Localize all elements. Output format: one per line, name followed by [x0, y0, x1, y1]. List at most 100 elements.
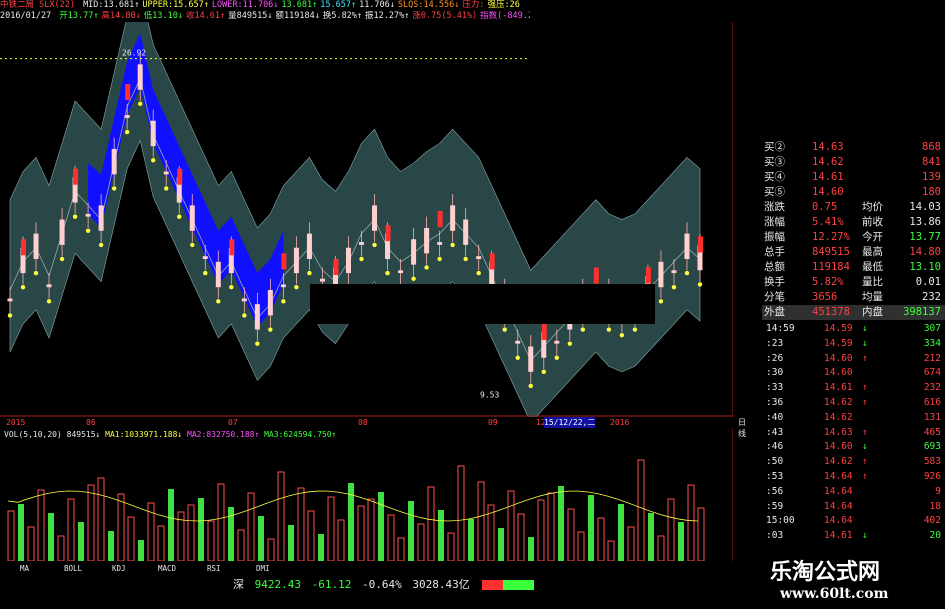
trend-dot: [359, 256, 364, 262]
volume-bar: [27, 526, 35, 561]
trade-time: :43: [766, 426, 784, 438]
trade-price: 14.59: [824, 337, 853, 349]
candle-body: [215, 261, 221, 288]
volume-bar: [127, 516, 135, 561]
quote-label2: 今开: [862, 231, 883, 243]
quote-value2: 13.77: [909, 231, 941, 243]
volume-bar: [417, 523, 425, 561]
volume-bar: [187, 504, 195, 561]
trade-time: 14:59: [766, 323, 795, 334]
quote-value2: 14.03: [909, 201, 941, 213]
trade-arrow-icon: ↑: [862, 382, 868, 394]
volume-bar: [207, 520, 215, 561]
header2-seg-5: 量849515↓: [228, 11, 273, 21]
quote-value2: 0.01: [915, 276, 941, 288]
index-change: -61.12: [311, 578, 352, 591]
trade-time: :33: [766, 382, 784, 394]
trade-arrow-icon: ↓: [862, 337, 868, 349]
trade-price: 14.59: [824, 323, 853, 334]
price-chart[interactable]: 26.929.5322.0020.0018.0016.0014.0012.001…: [0, 22, 733, 417]
tab-macd[interactable]: MACD: [158, 561, 176, 576]
volume-bar: [597, 517, 605, 561]
quote-value: 14.63: [812, 141, 844, 153]
red-trend-bar: [698, 236, 703, 253]
trade-price: 14.64: [824, 515, 853, 527]
header1-seg-5: 15.657↑: [320, 0, 357, 10]
red-trend-bar: [541, 323, 547, 340]
quote-value: 14.60: [812, 186, 844, 198]
indicator-tab-bar: MA BOLL KDJ MACD RSI DMI: [0, 561, 733, 576]
trade-row: :26 14.60 ↑ 212: [762, 352, 945, 365]
x-label: 2015: [6, 418, 26, 427]
volume-header-seg-3: MA2:832750.188↑: [187, 430, 264, 439]
volume-bar: [247, 492, 255, 561]
header1-seg-7: SLQS:14.556↓: [397, 0, 460, 10]
trade-arrow-icon: ↓: [862, 530, 868, 542]
trend-dot: [7, 313, 13, 318]
volume-header-seg-2: MA1:1033971.188↓: [105, 430, 187, 439]
header2-seg-1: 开13.77↑: [59, 11, 99, 21]
trade-volume: 674: [923, 367, 941, 379]
volume-bar: [117, 493, 125, 561]
tab-dmi[interactable]: DMI: [256, 561, 270, 576]
tab-rsi[interactable]: RSI: [207, 561, 221, 576]
trade-arrow-icon: ↑: [862, 471, 868, 482]
candle-body: [306, 233, 312, 259]
tab-boll[interactable]: BOLL: [64, 561, 82, 576]
volume-bar: [237, 529, 245, 561]
volume-chart[interactable]: VOL(5,10,20) 849515↓ MA1:1033971.188↓ MA…: [0, 428, 733, 561]
trend-dot: [307, 270, 312, 276]
candle-body: [554, 340, 560, 344]
index-amount: 3028.43亿: [412, 578, 470, 591]
volume-bar: [267, 538, 275, 561]
header2-seg-8: 振12.27%↑: [365, 11, 410, 21]
volume-bar: [168, 489, 174, 561]
trade-price: 14.63: [824, 426, 853, 438]
x-label: 09: [488, 418, 498, 427]
quote-label2: 量比: [862, 276, 883, 288]
tab-kdj[interactable]: KDJ: [112, 561, 126, 576]
trade-row: :36 14.62 ↑ 616: [762, 396, 945, 409]
trend-dot: [255, 341, 260, 346]
header2-seg-6: 额119184↓: [275, 11, 320, 21]
header1-seg-9: 强压:26: [487, 0, 520, 10]
trend-dot: [580, 327, 586, 332]
volume-bar: [567, 508, 575, 561]
candle-body: [450, 205, 456, 231]
red-trend-bar: [489, 253, 495, 270]
x-label: 08: [358, 418, 368, 427]
volume-bar: [558, 486, 564, 561]
header2-seg-2: 高14.80↓: [101, 11, 141, 21]
candle-body: [7, 298, 13, 302]
candle-body: [46, 284, 52, 288]
trade-price: 14.61: [824, 530, 853, 542]
trend-dot: [268, 327, 273, 332]
quote-label2: 均量: [862, 291, 883, 303]
trade-price: 14.62: [824, 456, 853, 468]
bollinger-cloud: [9, 22, 701, 417]
tab-ma[interactable]: MA: [20, 561, 29, 576]
candle-body: [463, 219, 469, 245]
candle-body: [398, 270, 404, 274]
trade-time: :23: [766, 337, 784, 349]
candle-body: [163, 171, 169, 175]
volume-bar: [517, 513, 525, 561]
quote-label: 涨幅: [764, 216, 785, 228]
trade-time: :30: [766, 367, 784, 379]
quote-value: 5.82%: [812, 276, 844, 288]
trade-price: 14.60: [824, 367, 853, 379]
trend-dot: [697, 282, 703, 287]
quote-row: 换手 5.82% 量比 0.01: [762, 275, 945, 290]
candle-body: [437, 242, 443, 245]
quote-value2: 398137: [903, 306, 941, 318]
trade-time: :56: [766, 485, 784, 497]
volume-bar: [547, 492, 555, 561]
volume-bar: [637, 459, 645, 561]
candle-body: [85, 213, 91, 217]
quote-value: 12.27%: [812, 231, 850, 243]
trade-arrow-icon: ↓: [862, 441, 868, 453]
volume-header-seg-1: 849515↓: [67, 430, 106, 439]
trade-time: :40: [766, 411, 784, 423]
period-label[interactable]: 日线: [738, 417, 746, 439]
trade-row: :50 14.62 ↑ 583: [762, 455, 945, 468]
